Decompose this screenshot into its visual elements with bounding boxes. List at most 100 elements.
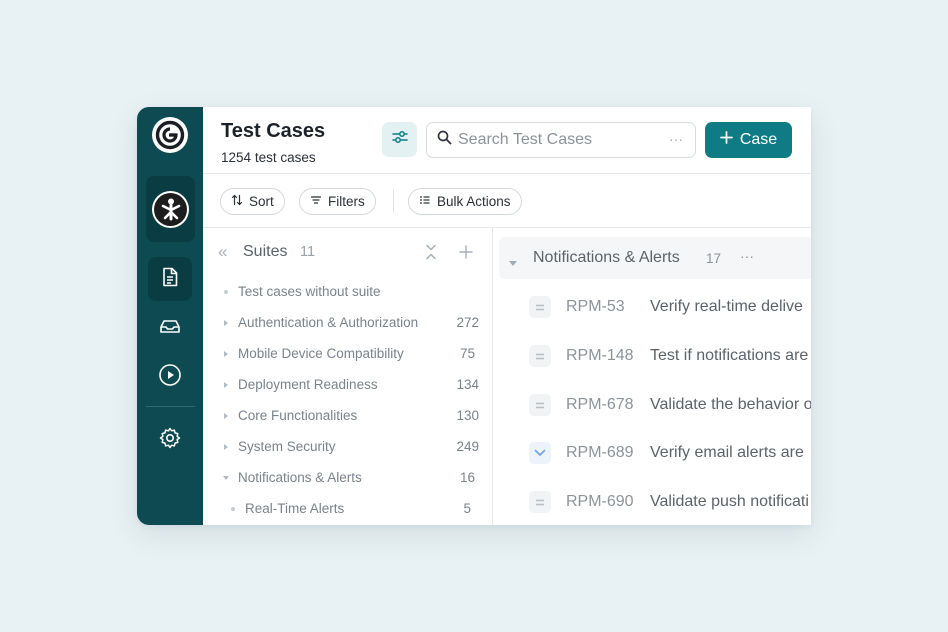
case-id: RPM-678	[566, 396, 634, 413]
suite-name: Notifications & Alerts	[238, 470, 362, 485]
caret-right-icon[interactable]	[223, 319, 229, 327]
plus-icon	[719, 131, 733, 149]
suite-item[interactable]: Deployment Readiness 134	[203, 369, 493, 400]
test-case-count-value: 1254	[221, 150, 252, 165]
case-row[interactable]: RPM-689 Verify email alerts are	[493, 433, 811, 473]
suite-name: System Security	[238, 439, 336, 454]
sliders-icon	[391, 128, 409, 151]
case-title[interactable]: Test if notifications are	[650, 347, 808, 365]
collapse-panel-icon[interactable]: «	[218, 242, 227, 262]
case-id: RPM-53	[566, 298, 625, 315]
priority-medium-icon	[529, 394, 551, 416]
new-case-button[interactable]: Case	[705, 122, 792, 158]
suite-count: 75	[459, 346, 475, 361]
case-id: RPM-148	[566, 347, 634, 364]
search-input[interactable]	[458, 131, 658, 149]
suite-item[interactable]: System Security 249	[203, 431, 493, 462]
toolbar-divider	[393, 189, 394, 213]
suites-header: « Suites 11	[203, 228, 493, 274]
suite-item[interactable]: Core Functionalities 130	[203, 400, 493, 431]
bullet-icon	[230, 505, 236, 513]
caret-right-icon[interactable]	[223, 443, 229, 451]
project-switcher[interactable]	[146, 176, 195, 242]
sidebar	[137, 107, 203, 525]
inbox-icon	[158, 315, 182, 342]
suite-name: Mobile Device Compatibility	[238, 346, 404, 361]
caret-down-icon[interactable]	[508, 254, 518, 272]
bulk-actions-button[interactable]: Bulk Actions	[408, 188, 522, 215]
suite-item[interactable]: Authentication & Authorization 272	[203, 307, 493, 338]
suite-name: Authentication & Authorization	[238, 315, 419, 330]
new-case-label: Case	[739, 131, 778, 148]
suite-count: 272	[456, 315, 479, 330]
sidebar-divider	[146, 406, 195, 407]
suite-count: 134	[456, 377, 479, 392]
priority-medium-icon	[529, 296, 551, 318]
case-title[interactable]: Verify real-time delive	[650, 298, 803, 316]
suite-count: 130	[456, 408, 479, 423]
filters-label: Filters	[328, 194, 365, 209]
bullet-icon	[223, 288, 229, 296]
sidebar-item-settings[interactable]	[148, 418, 192, 462]
caret-right-icon[interactable]	[223, 412, 229, 420]
suite-item-child[interactable]: Real-Time Alerts 5	[203, 493, 493, 524]
caret-right-icon[interactable]	[223, 350, 229, 358]
test-case-count-label: test cases	[254, 150, 316, 165]
app-window: Test Cases 1254 test cases Search Test C…	[137, 107, 811, 525]
priority-medium-icon	[529, 345, 551, 367]
toolbar: Sort Filters Bulk Actions	[203, 174, 811, 228]
priority-medium-icon	[529, 491, 551, 513]
sidebar-item-runs[interactable]	[148, 355, 192, 399]
search-icon	[437, 130, 452, 150]
search-options-icon[interactable]: ···	[669, 131, 683, 147]
suite-group-header[interactable]: Notifications & Alerts 17 ···	[499, 237, 811, 279]
sort-button[interactable]: Sort	[220, 188, 285, 215]
search-box[interactable]: ···	[426, 122, 696, 158]
caret-right-icon[interactable]	[223, 381, 229, 389]
gear-icon	[158, 426, 182, 455]
filter-icon	[310, 194, 322, 209]
filters-button[interactable]: Filters	[299, 188, 376, 215]
sidebar-item-inbox[interactable]	[148, 306, 192, 350]
priority-low-icon	[529, 442, 551, 464]
project-avatar-icon	[154, 192, 187, 226]
suite-item[interactable]: Mobile Device Compatibility 75	[203, 338, 493, 369]
view-settings-button[interactable]	[382, 122, 417, 157]
case-row[interactable]: RPM-690 Validate push notificati	[493, 482, 811, 522]
suite-item[interactable]: Test cases without suite	[203, 276, 493, 307]
suites-label: Suites	[243, 243, 288, 260]
suite-name: Test cases without suite	[238, 284, 381, 299]
suite-item-expanded[interactable]: Notifications & Alerts 16	[203, 462, 493, 493]
case-title[interactable]: Validate the behavior o	[650, 396, 811, 414]
suite-group-name: Notifications & Alerts	[533, 249, 680, 266]
add-suite-icon[interactable]	[459, 241, 473, 265]
suite-count: 249	[456, 439, 479, 454]
suite-name: Deployment Readiness	[238, 377, 378, 392]
suite-count: 5	[463, 501, 471, 516]
suites-count: 11	[300, 244, 316, 260]
suite-name: Core Functionalities	[238, 408, 358, 423]
more-options-icon[interactable]: ···	[740, 248, 754, 264]
sidebar-item-test-cases[interactable]	[148, 257, 192, 301]
case-row[interactable]: RPM-53 Verify real-time delive	[493, 287, 811, 327]
bulk-actions-label: Bulk Actions	[437, 194, 511, 209]
suite-count: 16	[459, 470, 475, 485]
suites-panel: « Suites 11 Test cases without suite Aut…	[203, 228, 493, 525]
suite-name: Real-Time Alerts	[245, 501, 345, 516]
case-row[interactable]: RPM-678 Validate the behavior o	[493, 385, 811, 425]
document-icon	[159, 266, 181, 293]
caret-down-icon[interactable]	[223, 474, 229, 482]
case-row[interactable]: RPM-148 Test if notifications are	[493, 336, 811, 376]
test-case-count: 1254 test cases	[221, 150, 316, 165]
list-icon	[419, 194, 431, 209]
collapse-all-icon[interactable]	[425, 244, 437, 265]
case-id: RPM-690	[566, 493, 634, 510]
play-circle-icon	[158, 363, 182, 392]
page-title: Test Cases	[221, 120, 326, 142]
sort-icon	[231, 194, 243, 209]
case-id: RPM-689	[566, 444, 634, 461]
case-title[interactable]: Validate push notificati	[650, 493, 809, 511]
sort-label: Sort	[249, 194, 274, 209]
case-title[interactable]: Verify email alerts are	[650, 444, 804, 462]
brand-logo-icon[interactable]	[152, 117, 188, 153]
